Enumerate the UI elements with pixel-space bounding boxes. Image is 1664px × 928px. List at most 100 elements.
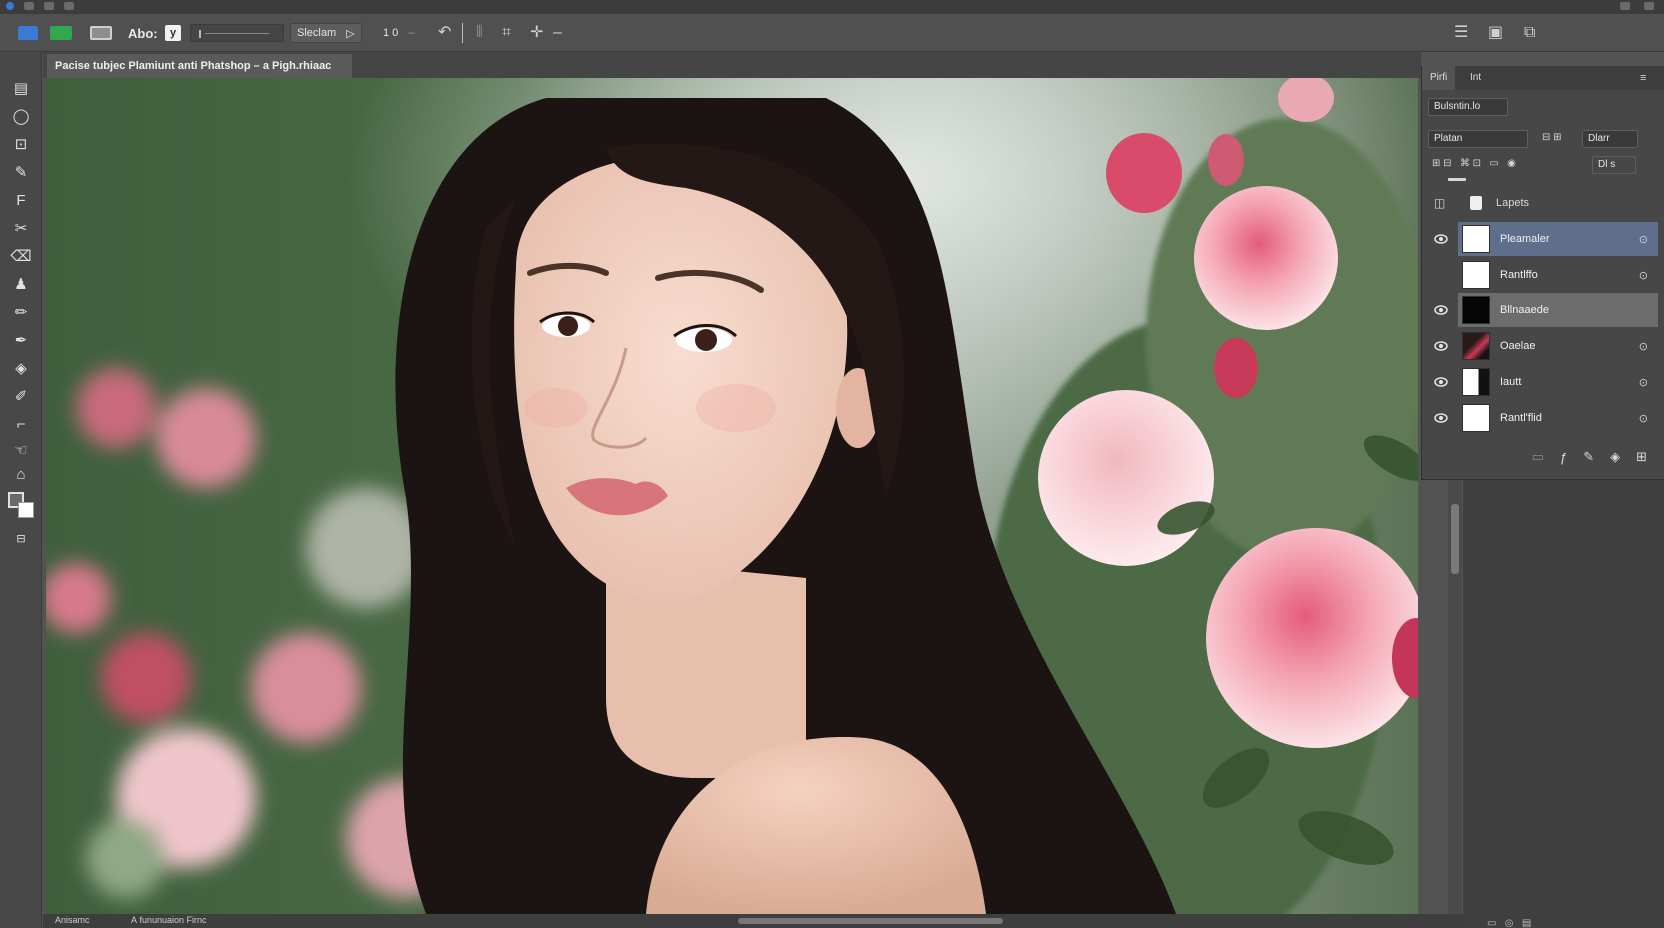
visibility-eye-icon[interactable] — [1432, 304, 1450, 316]
layer-options-icon[interactable]: ⊙ — [1639, 376, 1648, 389]
dodge-tool-icon[interactable]: ✐ — [11, 386, 31, 406]
layer-row[interactable]: Iautt ⊙ — [1458, 365, 1658, 399]
document-tab[interactable]: Pacise tubjec Plamiunt anti Phatshop – a… — [47, 54, 352, 78]
menu-item-placeholder[interactable] — [44, 2, 54, 10]
visibility-eye-icon[interactable] — [1432, 412, 1450, 424]
layer-filter-dropdown[interactable]: Bulsntin.lo — [1428, 98, 1508, 116]
opacity-field[interactable]: Dlarr — [1582, 130, 1638, 148]
layer-mask-thumbnail — [1462, 368, 1490, 396]
search-panel-icon[interactable]: ▣ — [1488, 23, 1503, 43]
align-left-icon[interactable]: ⫴ — [476, 23, 483, 43]
pencil-tool-icon[interactable]: ✏ — [11, 302, 31, 322]
vertical-scrollbar[interactable] — [1448, 478, 1462, 914]
maximize-button[interactable] — [1644, 2, 1654, 10]
layer-name: Pleamaler — [1500, 233, 1550, 245]
home-icon[interactable] — [18, 26, 38, 40]
minimize-button[interactable] — [1620, 2, 1630, 10]
layer-thumbnail — [1462, 261, 1490, 289]
preset-dropdown-value: Sleclam — [297, 27, 337, 39]
undo-icon[interactable]: ↶ — [438, 23, 451, 43]
background-color-swatch[interactable] — [18, 502, 34, 518]
visibility-eye-icon[interactable] — [1432, 376, 1450, 388]
grid-icon[interactable]: ⌗ — [502, 23, 511, 43]
portrait-photo — [46, 78, 1418, 914]
menu-item-placeholder[interactable] — [64, 2, 74, 10]
group-icon — [1470, 196, 1482, 210]
gradient-tool-icon[interactable]: ◈ — [11, 358, 31, 378]
size-slider[interactable] — [190, 24, 284, 42]
horizontal-scrollbar-thumb[interactable] — [738, 918, 1003, 924]
minus-icon[interactable]: – — [553, 23, 562, 43]
panel-tabs: Pirfi Int ≡ — [1422, 66, 1664, 90]
title-bar — [0, 0, 1664, 14]
layer-options-icon[interactable]: ⊙ — [1639, 340, 1648, 353]
artboard-tool-icon[interactable]: ▤ — [11, 78, 31, 98]
layer-thumbnail — [1462, 225, 1490, 253]
type-tool-icon[interactable]: F — [11, 190, 31, 210]
layers-list: Pleamaler ⊙ Rantlffo ⊙ Bllnaaede Oaelae — [1422, 222, 1664, 438]
tab-channels[interactable]: Int — [1462, 66, 1489, 90]
layer-options-icon[interactable]: ⊙ — [1639, 412, 1648, 425]
preset-dropdown[interactable]: Sleclam ▷ — [290, 23, 362, 43]
layer-name: Oaelae — [1500, 340, 1536, 352]
mode-dropdown[interactable]: 1 0– — [376, 23, 422, 43]
layer-name: Rantlffo — [1500, 269, 1538, 281]
scrollbar-thumb[interactable] — [1451, 504, 1459, 574]
slider-handle[interactable] — [199, 30, 201, 38]
panel-menu-icon[interactable]: ≡ — [1640, 72, 1646, 84]
layer-thumbnail — [1462, 332, 1490, 360]
document-canvas[interactable] — [46, 78, 1418, 914]
eraser-tool-icon[interactable]: ⌫ — [10, 246, 31, 266]
path-tool-icon[interactable]: ⌐ — [11, 414, 31, 434]
quick-mask-icon[interactable]: ⊟ — [11, 528, 31, 548]
option-checkbox[interactable]: y — [165, 25, 181, 41]
adjustment-layer-icon[interactable]: ◈ — [1610, 449, 1620, 465]
layer-name: Iautt — [1500, 376, 1522, 388]
workspace-icon[interactable]: ☰ — [1454, 23, 1468, 43]
color-swatches[interactable] — [8, 492, 36, 520]
menu-item-placeholder[interactable] — [24, 2, 34, 10]
hand-tool-icon[interactable]: ☜ — [11, 440, 31, 460]
layer-options-icon[interactable]: ⊙ — [1639, 233, 1648, 246]
zoom-tool-icon[interactable]: ⌂ — [11, 464, 31, 484]
frame-icon[interactable] — [50, 26, 72, 40]
status-left-text: Anisamc — [55, 915, 90, 925]
tab-layers[interactable]: Pirfi — [1422, 66, 1456, 90]
divider — [462, 23, 463, 43]
fx-icon[interactable]: ƒ — [1560, 450, 1567, 465]
healing-tool-icon[interactable]: ✂ — [11, 218, 31, 238]
layer-name: Rantl'flid — [1500, 412, 1542, 424]
layer-row[interactable]: Pleamaler ⊙ — [1458, 222, 1658, 256]
fill-field[interactable]: Dl s — [1592, 156, 1636, 174]
pen-tool-icon[interactable]: ✒ — [11, 330, 31, 350]
lock-icon[interactable]: ⊟ ⊞ — [1542, 132, 1562, 143]
layer-row[interactable]: Bllnaaede — [1458, 293, 1658, 327]
mask-icon[interactable]: ✎ — [1583, 449, 1594, 465]
share-icon[interactable]: ⧉ — [1524, 23, 1535, 43]
layer-options-icon[interactable]: ⊙ — [1639, 269, 1648, 282]
document-tab-strip: Pacise tubjec Plamiunt anti Phatshop – a… — [43, 52, 1421, 78]
layer-thumbnail — [1462, 296, 1490, 324]
status-middle-text: A fununuaion Firnc — [131, 915, 207, 925]
lock-options-icons[interactable]: ⊞ ⊟ ⌘ ⊡ ▭ ◉ — [1432, 158, 1516, 169]
crop-tool-icon[interactable]: ⊡ — [11, 134, 31, 154]
dock-icons: ▭ ◎ ▤ — [1487, 918, 1532, 928]
visibility-eye-icon[interactable] — [1432, 340, 1450, 352]
layers-header-label: Lapets — [1496, 197, 1530, 209]
link-layers-icon[interactable]: ▭ — [1532, 449, 1544, 465]
brush-tool-icon[interactable]: ✎ — [11, 162, 31, 182]
visibility-eye-icon[interactable] — [1432, 233, 1450, 245]
move-icon[interactable]: ✛ — [530, 23, 543, 43]
layer-row[interactable]: Rantlffo ⊙ — [1458, 258, 1658, 292]
stamp-tool-icon[interactable]: ♟ — [11, 274, 31, 294]
panel-toggle-icon[interactable] — [90, 26, 112, 40]
app-icon — [6, 2, 14, 10]
ellipse-marquee-tool-icon[interactable]: ◯ — [11, 106, 31, 126]
layer-row[interactable]: Oaelae ⊙ — [1458, 329, 1658, 363]
blend-mode-dropdown[interactable]: Platan — [1428, 130, 1528, 148]
layer-row[interactable]: Rantl'flid ⊙ — [1458, 401, 1658, 435]
layers-panel: Pirfi Int ≡ Bulsntin.lo Platan ⊟ ⊞ Dlarr… — [1421, 66, 1664, 480]
panel-layout-icon[interactable]: ◫ — [1434, 196, 1445, 210]
options-bar: Abo: y Sleclam ▷ 1 0– ↶ ⫴ ⌗ ✛ – ☰ ▣ ⧉ — [0, 14, 1664, 52]
new-layer-icon[interactable]: ⊞ — [1636, 449, 1647, 465]
